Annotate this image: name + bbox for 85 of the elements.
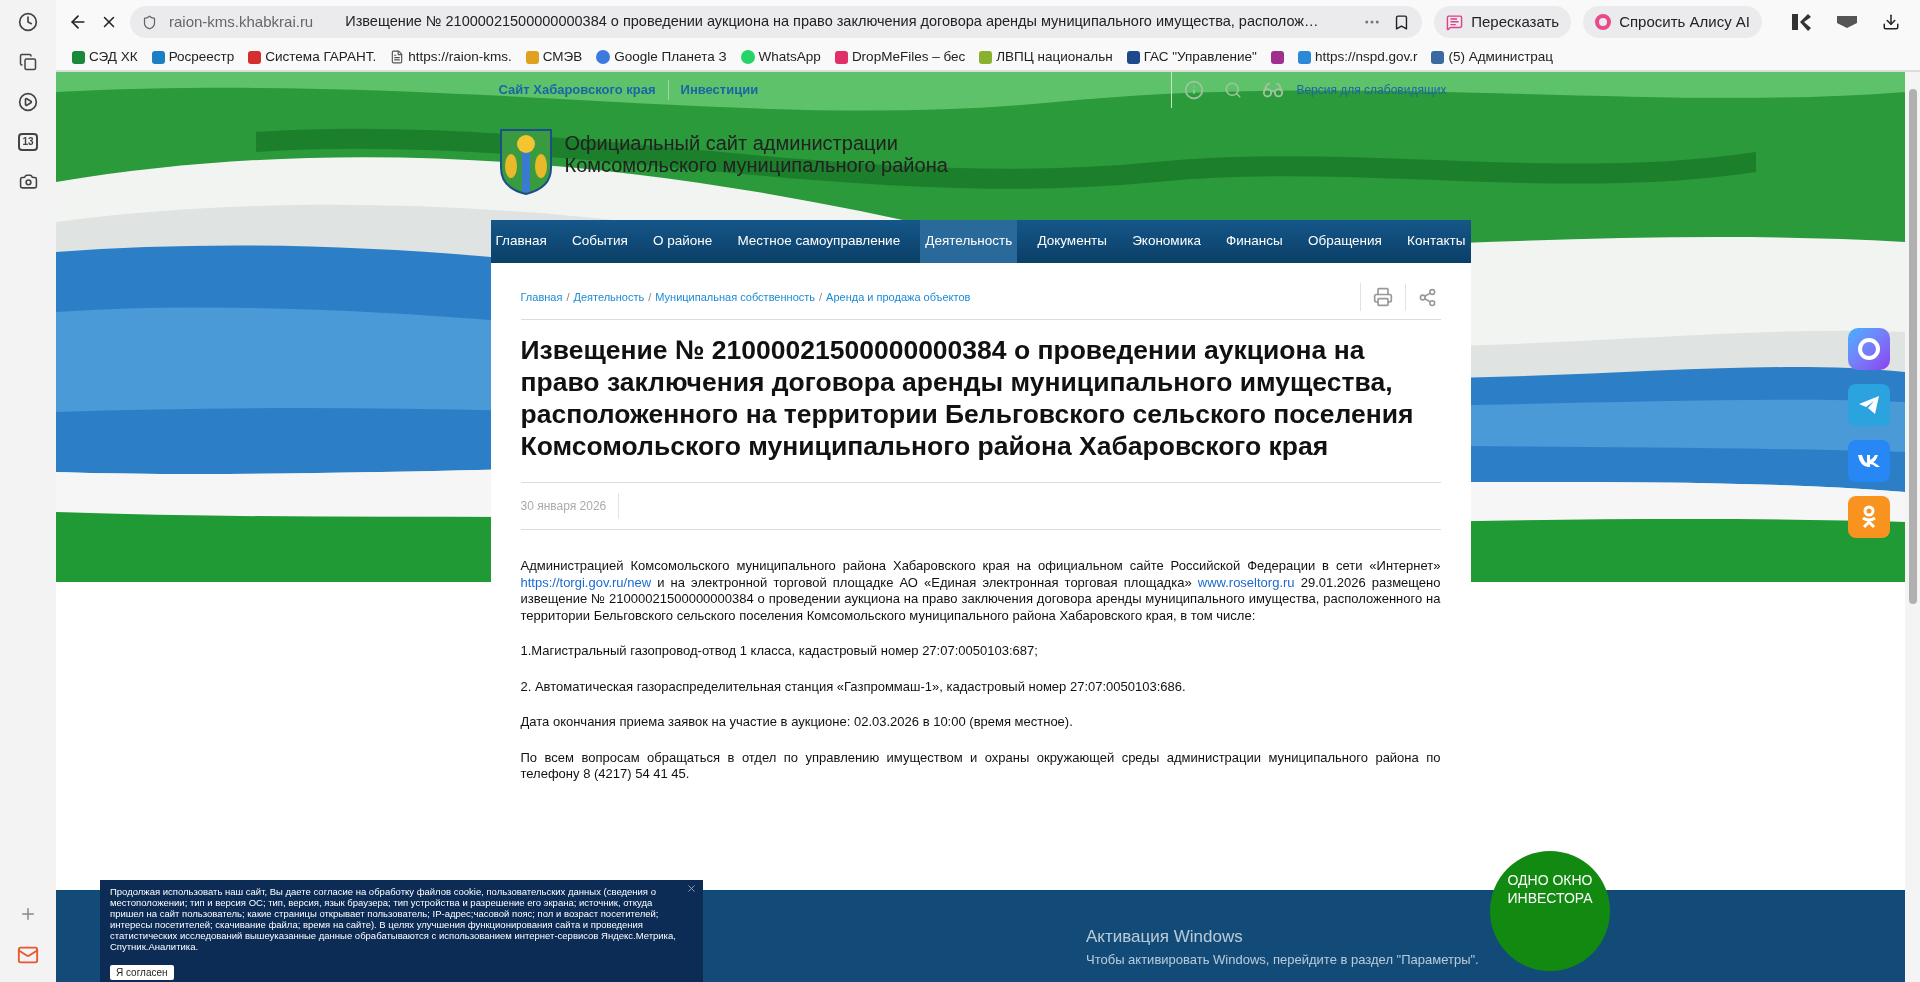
close-icon[interactable] <box>686 883 697 894</box>
bookmark-item[interactable]: Росреестр <box>151 46 235 68</box>
site-icon <box>151 50 165 64</box>
print-icon[interactable] <box>1372 287 1393 307</box>
history-icon[interactable] <box>18 12 38 32</box>
menu-item[interactable]: Контакты <box>1402 220 1471 263</box>
external-link[interactable]: https://torgi.gov.ru/new <box>520 574 652 590</box>
download-icon[interactable] <box>1882 13 1900 31</box>
article-title: Извещение № 21000021500000000384 о проведении аукциона на право заключения договора аренды муниципального имущества, расположенного на территории Бельговского сельского поселения Комсомольского муниципального района Хабаровского края <box>520 320 1441 483</box>
page-title: Извещение № 21000021500000000384 о проведении аукциона на право заключения договора аренды муниципального имущества, располож… <box>345 12 1319 32</box>
page-icon <box>390 50 405 64</box>
site-icon <box>834 50 848 64</box>
bookmark-item[interactable]: СМЭВ <box>525 46 583 68</box>
article-paragraph: По всем вопросам обращаться в отдел по управлению имуществом и охраны окружающей среды администрации муниципального района по телефону 8 (4217) 54 41 45. <box>520 749 1441 783</box>
activation-text: Чтобы активировать Windows, перейдите в раздел "Параметры". <box>1086 950 1479 969</box>
site-icon <box>248 50 262 64</box>
url-text: raion-kms.khabkrai.ru <box>169 11 314 32</box>
play-icon[interactable] <box>18 92 38 112</box>
agree-button[interactable]: Я согласен <box>110 965 174 980</box>
cookie-text: Продолжая использовать наш сайт, Вы даете согласие на обработку файлов cookie, пользовательских данных (сведения о местоположении; тип и версия ОС; тип, версия, язык браузера; тип устройства и разрешение его экрана; источник, откуда пришел на сайт пользователь; какие страницы открывает пользователь; IP-адрес;часовой пояс; пол и возраст посетителей; интересы посетителей; скачивание файла; время на сайте). В целях улучшения функционирования сайта и проведения статистических исследований вышеуказанные данные обрабатываются с использованием интернет-сервисов Яндекс.Метрика, Спутник.Аналитика. <box>110 886 677 952</box>
ok-icon[interactable] <box>1848 496 1890 538</box>
ask-assistant-button[interactable]: Спросить Алису AI <box>1583 6 1762 38</box>
external-link[interactable]: www.roseltorg.ru <box>1197 574 1295 590</box>
messenger-icon[interactable] <box>1848 328 1890 370</box>
breadcrumb-link[interactable]: Главная <box>520 288 563 306</box>
publish-date: 30 января 2026 <box>520 493 620 519</box>
shield-icon <box>142 14 157 30</box>
article-paragraph: 1.Магистральный газопровод-отвод 1 класса, кадастровый номер 27:07:0050103:687; <box>520 643 1039 660</box>
bookmark-item[interactable]: СЭД ХК <box>72 46 138 68</box>
breadcrumb-link[interactable]: Муниципальная собственность <box>655 288 816 306</box>
bookmark-item[interactable]: ГАС "Управление" <box>1126 46 1257 68</box>
site-icon <box>1270 50 1284 64</box>
chat-icon <box>1446 13 1464 31</box>
article-paragraph: Администрацией Комсомольского муниципального района Хабаровского края на официальном сайте Российской Федерации в сети «Интернет» https://torgi.gov.ru/new и на электронной торговой площадке АО «Единая электронная торговая площадка» www.roseltorg.ru 29.01.2026 размещено извещение № 21000021500000000384 о проведении аукциона на право заключения договора аренды муниципального имущества, расположенного на территории Бельговского сельского поселения Комсомольского муниципального района Хабаровского края, в том числе: <box>520 558 1441 624</box>
address-bar[interactable]: raion-kms.khabkrai.ru Извещение № 21000021500000000384 о проведении аукциона на право заключения договора аренды муниципального имущества, располож… <box>130 6 1423 38</box>
telegram-icon[interactable] <box>1848 384 1890 426</box>
menu-item[interactable]: События <box>567 220 633 263</box>
menu-item[interactable]: Главная <box>490 220 552 263</box>
bookmark-item[interactable]: Система ГАРАНТ. <box>248 46 377 68</box>
menu-item[interactable]: Деятельность <box>920 220 1018 263</box>
globe-icon <box>740 50 755 64</box>
menu-item[interactable]: Обращения <box>1302 220 1387 263</box>
scrollbar-thumb[interactable] <box>1908 89 1917 604</box>
article-paragraph: 2. Автоматическая газораспределительная станция «Газпроммаш-1», кадастровый номер 27:07:0050103:686. <box>520 678 1187 695</box>
site-title: Официальный сайт администрации <box>564 132 899 154</box>
bookmark-item[interactable]: Google Планета З <box>596 46 727 68</box>
activation-title: Активация Windows <box>1086 926 1244 948</box>
site-icon <box>1431 50 1445 64</box>
vk-icon[interactable] <box>1848 440 1890 482</box>
shield-badge-icon[interactable] <box>1836 14 1858 30</box>
bookmark-item[interactable]: WhatsApp <box>740 46 821 68</box>
site-title: Комсомольского муниципального района <box>564 154 948 176</box>
menu-item[interactable]: О районе <box>647 220 718 263</box>
mail-icon[interactable] <box>17 944 39 966</box>
breadcrumb-link[interactable]: Аренда и продажа объектов <box>826 288 971 306</box>
breadcrumb-separator: / <box>647 289 653 305</box>
article-paragraph: Дата окончания приема заявок на участие в аукционе: 02.03.2026 в 10:00 (время местное). <box>520 714 1074 731</box>
breadcrumb-separator: / <box>565 289 571 305</box>
site-icon <box>525 50 539 64</box>
bookmark-item[interactable] <box>1270 50 1284 64</box>
share-icon[interactable] <box>1417 287 1437 307</box>
bookmark-item[interactable]: https://raion-kms. <box>390 46 512 68</box>
globe-icon <box>596 50 611 64</box>
investor-badge[interactable]: ОДНО ОКНО ИНВЕСТОРА <box>1490 851 1610 971</box>
menu-item[interactable]: Местное самоуправление <box>732 220 906 263</box>
tab-count-badge[interactable]: 13 <box>18 133 38 151</box>
breadcrumb-link[interactable]: Деятельность <box>573 288 645 306</box>
site-icon <box>979 50 993 64</box>
menu-item[interactable]: Финансы <box>1221 220 1288 263</box>
ring-icon <box>1595 14 1612 30</box>
bookmark-item[interactable]: DropMeFiles – бес <box>834 46 966 68</box>
breadcrumb-separator: / <box>818 289 824 305</box>
pages-icon[interactable] <box>19 53 37 71</box>
bookmark-item[interactable]: https://nspd.gov.r <box>1297 46 1418 68</box>
site-icon <box>1297 50 1311 64</box>
bookmark-item[interactable]: ЛВПЦ национальн <box>979 46 1113 68</box>
logo-icon[interactable] <box>1790 12 1812 32</box>
menu-item[interactable]: Экономика <box>1127 220 1206 263</box>
site-icon <box>1126 50 1140 64</box>
site-icon <box>72 50 85 64</box>
menu-item[interactable]: Документы <box>1032 220 1112 263</box>
coat-of-arms-icon <box>498 128 553 195</box>
retell-button[interactable]: Пересказать <box>1434 6 1572 38</box>
camera-icon[interactable] <box>18 172 38 191</box>
bookmark-item[interactable]: (5) Администрац <box>1431 46 1554 68</box>
